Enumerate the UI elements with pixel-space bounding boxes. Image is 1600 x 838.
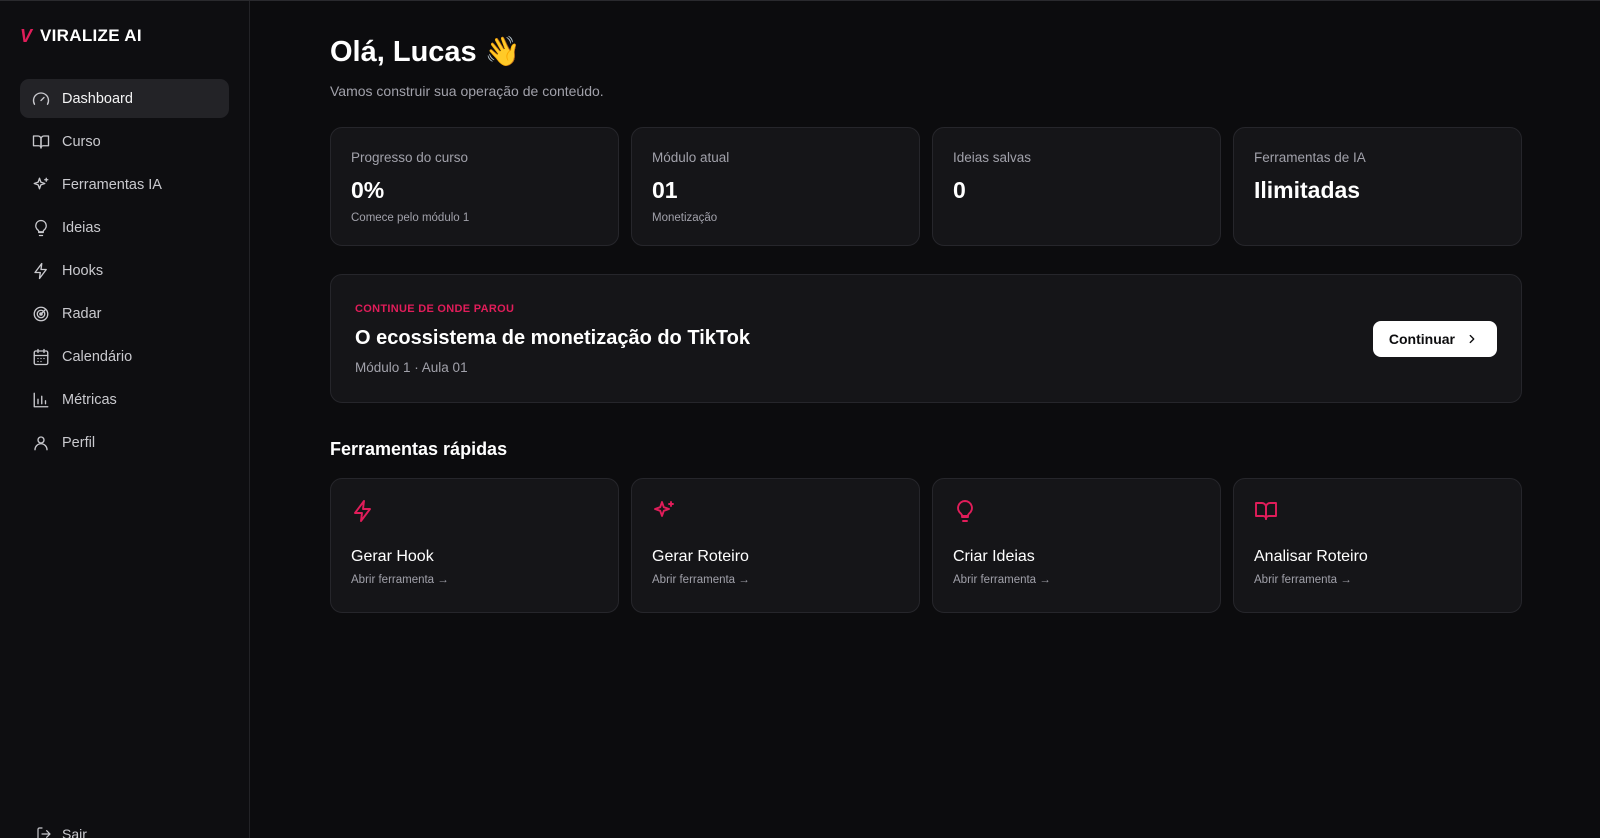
- tool-name: Gerar Roteiro: [652, 548, 749, 565]
- stat-value: Ilimitadas: [1254, 177, 1361, 203]
- stat-value: 01: [652, 177, 678, 203]
- continue-button-label: Continuar: [1388, 330, 1455, 347]
- logout-icon: [37, 827, 51, 838]
- bar-chart-icon: [33, 392, 49, 407]
- sidebar-item-label: Curso: [62, 133, 101, 150]
- continue-lesson-meta: Módulo 1 · Aula 01: [355, 359, 468, 375]
- sidebar-item-label: Perfil: [62, 434, 96, 451]
- continue-button[interactable]: Continuar: [1372, 320, 1497, 357]
- book-icon: [32, 134, 50, 149]
- calendar-icon: [33, 348, 49, 365]
- quick-tools-row: Gerar Hook Abrir ferramenta → Gerar Rote…: [330, 478, 1522, 613]
- lightbulb-icon: [953, 499, 1200, 528]
- stat-hint: Monetização: [652, 212, 718, 224]
- stat-card-current-module: Módulo atual 01 Monetização: [631, 127, 920, 246]
- page-subtitle: Vamos construir sua operação de conteúdo…: [330, 83, 604, 99]
- wave-emoji: 👋: [484, 36, 521, 68]
- tool-card-gerar-hook[interactable]: Gerar Hook Abrir ferramenta →: [330, 478, 619, 613]
- tool-open-link[interactable]: Abrir ferramenta →: [1254, 574, 1501, 586]
- stat-label: Módulo atual: [652, 150, 730, 165]
- stat-value: 0%: [351, 177, 385, 203]
- brand-mark: V: [20, 25, 33, 46]
- zap-icon: [34, 262, 47, 279]
- continue-tag: CONTINUE DE ONDE PAROU: [355, 302, 515, 315]
- stat-card-course-progress: Progresso do curso 0% Comece pelo módulo…: [330, 127, 619, 246]
- stat-hint: Comece pelo módulo 1: [351, 212, 470, 224]
- tool-open-link[interactable]: Abrir ferramenta →: [351, 574, 598, 586]
- continue-info: CONTINUE DE ONDE PAROU O ecossistema de …: [355, 303, 750, 375]
- stat-value: 0: [953, 177, 966, 203]
- lightbulb-icon: [35, 219, 47, 236]
- sidebar-item-label: Ferramentas IA: [62, 176, 162, 193]
- sparkles-icon: [33, 177, 49, 189]
- sidebar-item-radar[interactable]: Radar: [20, 294, 229, 333]
- user-icon: [34, 435, 48, 450]
- sidebar-item-label: Hooks: [62, 262, 104, 279]
- sidebar-item-curso[interactable]: Curso: [20, 122, 229, 161]
- tool-open-link[interactable]: Abrir ferramenta →: [953, 574, 1200, 586]
- radar-icon: [33, 306, 49, 321]
- tool-card-criar-ideias[interactable]: Criar Ideias Abrir ferramenta →: [932, 478, 1221, 613]
- stat-label: Ideias salvas: [953, 150, 1032, 165]
- sidebar-item-label: Calendário: [62, 348, 133, 365]
- tool-open-link[interactable]: Abrir ferramenta →: [652, 574, 899, 586]
- sidebar-item-hooks[interactable]: Hooks: [20, 251, 229, 290]
- tool-name: Gerar Hook: [351, 548, 434, 565]
- stat-label: Progresso do curso: [351, 150, 469, 165]
- zap-icon: [351, 499, 598, 528]
- brand-name: VIRALIZE AI: [40, 26, 142, 45]
- sidebar-item-perfil[interactable]: Perfil: [20, 423, 229, 462]
- sidebar: V VIRALIZE AI Dashboard Curso Ferramenta…: [0, 1, 250, 838]
- chevron-right-icon: [1469, 334, 1475, 343]
- sidebar-item-label: Métricas: [62, 391, 117, 408]
- tool-name: Analisar Roteiro: [1254, 548, 1368, 565]
- tool-name: Criar Ideias: [953, 548, 1035, 565]
- logout-label: Sair: [62, 826, 87, 838]
- sidebar-item-dashboard[interactable]: Dashboard: [20, 79, 229, 118]
- main-content: Olá, Lucas 👋 Vamos construir sua operaçã…: [250, 1, 1600, 838]
- sidebar-item-ferramentas-ia[interactable]: Ferramentas IA: [20, 165, 229, 204]
- stat-card-ai-tools: Ferramentas de IA Ilimitadas: [1233, 127, 1522, 246]
- tool-card-gerar-roteiro[interactable]: Gerar Roteiro Abrir ferramenta →: [631, 478, 920, 613]
- sidebar-item-metricas[interactable]: Métricas: [20, 380, 229, 419]
- stat-label: Ferramentas de IA: [1254, 150, 1366, 165]
- page-title: Olá, Lucas 👋: [330, 33, 1600, 71]
- quick-tools-title: Ferramentas rápidas: [330, 439, 508, 459]
- stat-card-saved-ideas: Ideias salvas 0: [932, 127, 1221, 246]
- continue-card: CONTINUE DE ONDE PAROU O ecossistema de …: [330, 274, 1522, 403]
- book-icon: [1254, 499, 1501, 528]
- sidebar-item-label: Radar: [62, 305, 102, 322]
- sidebar-item-calendario[interactable]: Calendário: [20, 337, 229, 376]
- tool-card-analisar-roteiro[interactable]: Analisar Roteiro Abrir ferramenta →: [1233, 478, 1522, 613]
- gauge-icon: [32, 91, 50, 105]
- sidebar-nav: Dashboard Curso Ferramentas IA Ideias Ho…: [20, 79, 229, 462]
- continue-lesson-title: O ecossistema de monetização do TikTok: [355, 326, 750, 349]
- logout-button[interactable]: Sair: [36, 822, 87, 838]
- sidebar-item-label: Dashboard: [62, 90, 133, 107]
- sidebar-item-label: Ideias: [62, 219, 101, 236]
- stats-row: Progresso do curso 0% Comece pelo módulo…: [330, 127, 1522, 246]
- brand-logo[interactable]: V VIRALIZE AI: [20, 25, 229, 47]
- greeting-text: Olá, Lucas: [330, 35, 477, 68]
- sidebar-item-ideias[interactable]: Ideias: [20, 208, 229, 247]
- sparkles-icon: [652, 499, 899, 528]
